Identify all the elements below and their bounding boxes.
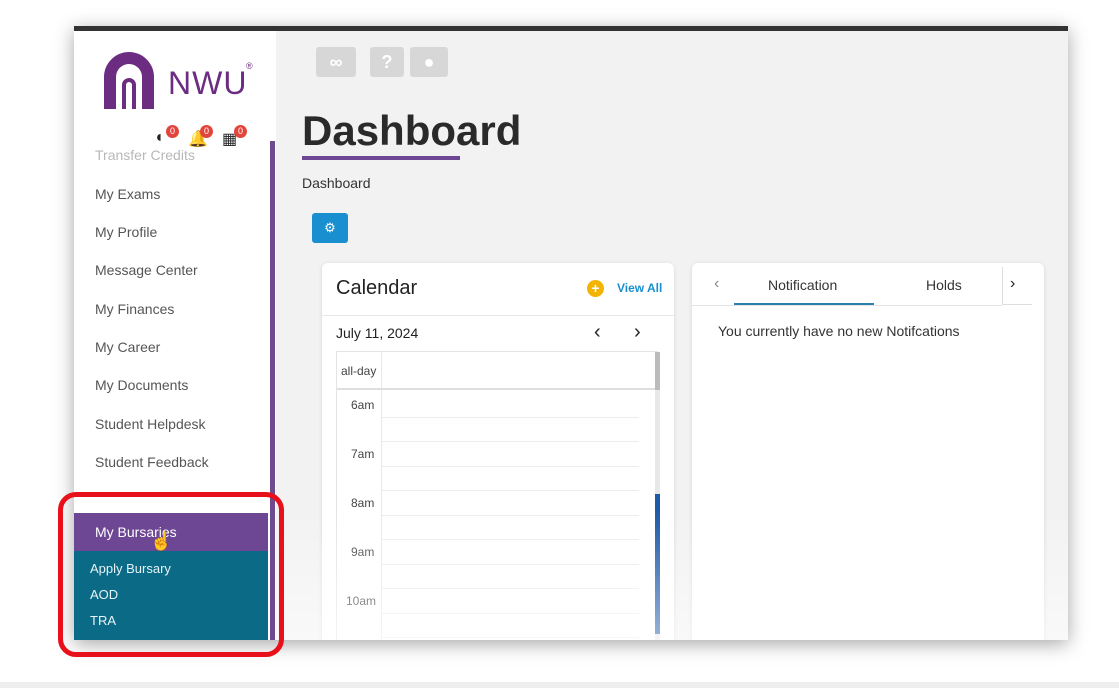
user-button[interactable]: ● xyxy=(410,47,448,77)
tab-notification[interactable]: Notification xyxy=(768,277,837,293)
sidebar-item-my-exams[interactable]: My Exams xyxy=(95,186,160,202)
hour-line xyxy=(381,441,639,442)
chevron-left-icon[interactable]: ‹ xyxy=(594,321,601,344)
bell-count: 0 xyxy=(200,125,213,138)
page-title: Dashboard xyxy=(302,107,522,154)
hour-label: 8am xyxy=(351,496,375,510)
half-hour-line xyxy=(381,417,639,418)
hour-line xyxy=(381,490,639,491)
page-bottom-strip xyxy=(0,682,1119,688)
title-underline xyxy=(302,156,460,160)
sidebar-item-my-documents[interactable]: My Documents xyxy=(95,377,188,393)
time-column-divider xyxy=(381,352,382,640)
widget-settings-button[interactable]: ⚙ xyxy=(312,213,348,243)
nwu-logo[interactable]: NWU ® xyxy=(96,49,266,119)
sidebar-item-student-feedback[interactable]: Student Feedback xyxy=(95,454,209,470)
next-tab-button[interactable] xyxy=(1002,267,1032,305)
gears-icon: ⚙ xyxy=(324,220,336,235)
calendar-card: Calendar + View All July 11, 2024 ‹ › al… xyxy=(322,263,674,640)
chevron-left-icon[interactable]: ‹ xyxy=(714,275,719,293)
half-hour-line xyxy=(381,515,639,516)
sidebar-item-my-career[interactable]: My Career xyxy=(95,339,160,355)
view-all-link[interactable]: View All xyxy=(617,281,662,295)
alerts-badge-button[interactable]: ◖ 0 xyxy=(154,125,179,147)
divider xyxy=(692,305,1002,306)
sidebar-item-student-helpdesk[interactable]: Student Helpdesk xyxy=(95,416,206,432)
notifications-badge-button[interactable]: 🔔 0 xyxy=(188,125,213,148)
half-hour-line xyxy=(381,466,639,467)
sidebar-item-message-center[interactable]: Message Center xyxy=(95,262,198,278)
registered-mark: ® xyxy=(246,61,253,71)
hour-label: 10am xyxy=(346,594,377,608)
nwu-emblem-icon xyxy=(104,52,154,109)
half-hour-line xyxy=(381,564,639,565)
hour-label: 9am xyxy=(351,545,375,559)
grid-scrollbar-top xyxy=(655,352,660,390)
tab-holds[interactable]: Holds xyxy=(926,277,962,293)
chevron-right-icon[interactable]: › xyxy=(634,321,641,344)
sidebar-item-transfer-credits[interactable]: Transfer Credits xyxy=(95,147,195,163)
hour-label: 7am xyxy=(351,447,375,461)
calendar-badge-button[interactable]: ▦ 0 xyxy=(222,125,247,148)
all-day-row[interactable]: all-day xyxy=(337,352,657,390)
red-highlight-box xyxy=(58,492,284,657)
calendar-date: July 11, 2024 xyxy=(336,325,419,341)
all-day-label: all-day xyxy=(341,364,377,378)
chevron-right-icon[interactable]: › xyxy=(1010,275,1015,293)
hour-line xyxy=(381,637,639,638)
plus-circle-icon[interactable]: + xyxy=(587,280,604,297)
divider xyxy=(322,315,674,316)
alert-count: 0 xyxy=(166,125,179,138)
logo-text: NWU xyxy=(168,65,248,101)
grid-scrollbar-thumb[interactable] xyxy=(655,494,660,634)
help-icon: ? xyxy=(381,52,393,72)
sidebar-item-my-profile[interactable]: My Profile xyxy=(95,224,157,240)
hour-line xyxy=(381,539,639,540)
hour-label: 6am xyxy=(351,398,375,412)
calendar-title: Calendar xyxy=(336,277,418,299)
sidebar-item-my-finances[interactable]: My Finances xyxy=(95,301,174,317)
user-icon: ● xyxy=(423,52,435,72)
empty-notifications-message: You currently have no new Notifcations xyxy=(718,323,960,339)
help-button[interactable]: ? xyxy=(370,47,404,77)
link-icon: ∞ xyxy=(329,52,343,72)
day-view-grid[interactable]: all-day 6am 7am 8am 9am 10am xyxy=(336,351,660,640)
alert-icon: ◖ xyxy=(154,129,164,146)
calendar-count: 0 xyxy=(234,125,247,138)
half-hour-line xyxy=(381,613,639,614)
link-button[interactable]: ∞ xyxy=(316,47,356,77)
breadcrumb[interactable]: Dashboard xyxy=(302,175,371,191)
notifications-card: ‹ Notification Holds › You currently hav… xyxy=(692,263,1044,640)
hour-line xyxy=(381,588,639,589)
